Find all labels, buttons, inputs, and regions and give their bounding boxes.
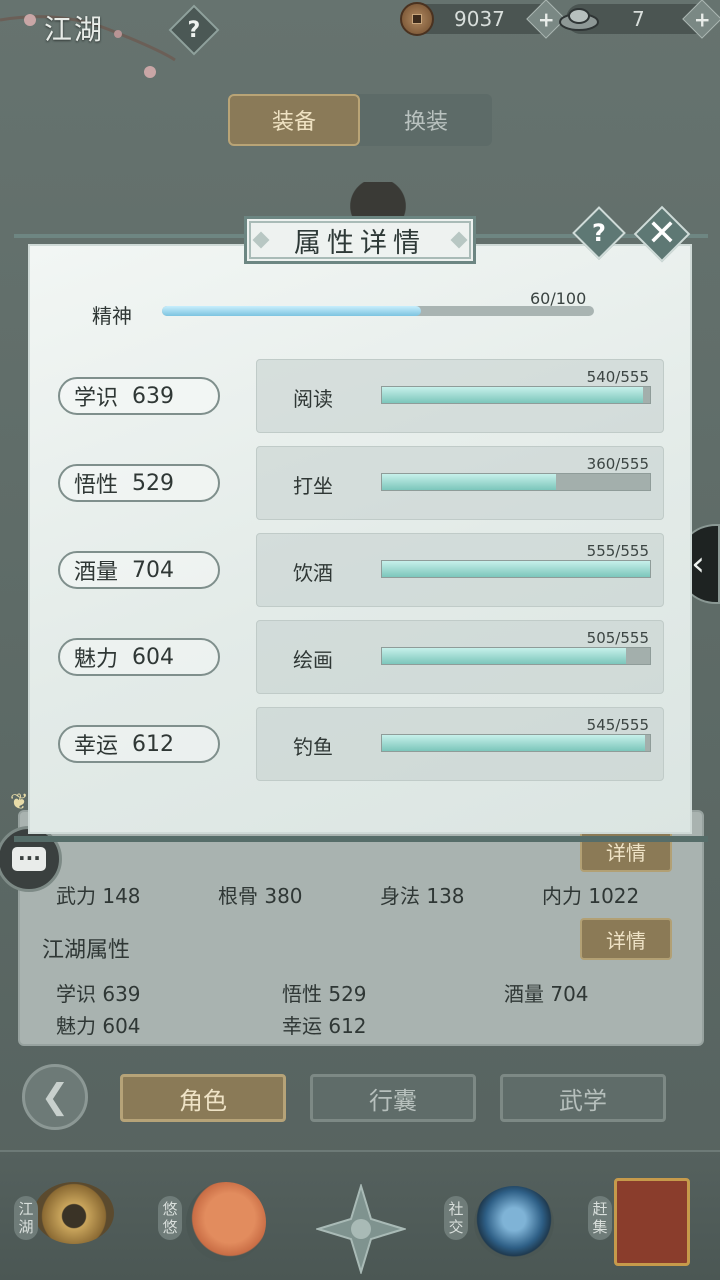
back-arrow-icon: ❮ xyxy=(40,1077,70,1117)
skill-reading[interactable]: 阅读 540/555 xyxy=(256,359,664,433)
skill-progress-bar xyxy=(381,386,651,404)
skill-progress-fill xyxy=(382,648,626,664)
dock-jianghu[interactable]: 江湖 xyxy=(10,1170,120,1270)
spirit-label: 精神 xyxy=(92,304,132,328)
stat-name: 学识 xyxy=(74,386,119,411)
dock-youyou[interactable]: 悠悠 xyxy=(156,1170,266,1270)
skill-progress-fill xyxy=(382,561,650,577)
tab-inventory[interactable]: 行囊 xyxy=(310,1074,476,1122)
skill-progress-bar xyxy=(381,560,651,578)
market-basket-icon xyxy=(614,1178,690,1266)
skill-drinking[interactable]: 饮酒 555/555 xyxy=(256,533,664,607)
skill-progress-fill xyxy=(382,474,556,490)
wave-icon xyxy=(474,1186,554,1260)
jianghu-detail-button[interactable]: 详情 xyxy=(580,918,672,960)
stat-charm: 魅力 604 xyxy=(56,1014,141,1038)
stat-value: 704 xyxy=(132,557,175,583)
stat-drinking: 酒量 704 xyxy=(504,982,589,1006)
copper-value: 9037 xyxy=(454,7,505,31)
skill-progress-bar xyxy=(381,473,651,491)
stat-value: 529 xyxy=(132,470,175,496)
tab-martial-arts[interactable]: 武学 xyxy=(500,1074,666,1122)
skill-name: 绘画 xyxy=(293,648,333,672)
dock-label-social: 社交 xyxy=(444,1196,468,1240)
stat-pill-drinking: 酒量 704 xyxy=(58,551,220,589)
stat-agility: 身法 138 xyxy=(380,884,465,908)
copper-coin-icon xyxy=(400,2,434,36)
skill-value: 555/555 xyxy=(586,542,649,560)
dock-label-market: 赶集 xyxy=(588,1196,612,1240)
spirit-value: 60/100 xyxy=(530,289,587,308)
attribute-panel: 详情 武力 148 根骨 380 身法 138 内力 1022 江湖属性 详情 … xyxy=(18,810,704,1046)
stat-constitution: 根骨 380 xyxy=(218,884,303,908)
silver-currency: 7 + xyxy=(559,0,720,39)
skill-value: 505/555 xyxy=(586,629,649,647)
stat-pill-insight: 悟性 529 xyxy=(58,464,220,502)
stat-insight: 悟性 529 xyxy=(282,982,367,1006)
stat-pill-charm: 魅力 604 xyxy=(58,638,220,676)
close-icon: ✕ xyxy=(646,213,678,254)
copper-currency: 9037 + xyxy=(400,0,566,39)
stat-luck: 幸运 612 xyxy=(282,1014,367,1038)
tab-outfit[interactable]: 换装 xyxy=(360,94,492,146)
spirit-bar-fill xyxy=(162,306,422,316)
page-title: 江湖 xyxy=(44,13,105,46)
question-icon: ? xyxy=(592,218,606,247)
stat-name: 幸运 xyxy=(74,734,119,759)
stat-value: 639 xyxy=(132,383,175,409)
skill-name: 钓鱼 xyxy=(293,735,333,759)
dock-social[interactable]: 社交 xyxy=(442,1170,554,1270)
butterfly-icon: ❦ xyxy=(10,790,29,815)
skill-fishing[interactable]: 钓鱼 545/555 xyxy=(256,707,664,781)
skill-name: 饮酒 xyxy=(293,561,333,585)
skill-progress-bar xyxy=(381,734,651,752)
skill-value: 545/555 xyxy=(586,716,649,734)
stat-inner-power: 内力 1022 xyxy=(542,884,640,908)
skill-name: 打坐 xyxy=(293,474,333,498)
tab-equip[interactable]: 装备 xyxy=(228,94,360,146)
chat-icon xyxy=(12,841,46,871)
dock-label-jianghu: 江湖 xyxy=(14,1196,38,1240)
plus-icon: + xyxy=(693,6,711,31)
stat-name: 悟性 xyxy=(74,473,119,498)
swallow-icon xyxy=(186,1182,266,1262)
modal-title: 属性详情 xyxy=(244,216,476,264)
compass-flower-icon xyxy=(316,1184,406,1274)
skill-name: 阅读 xyxy=(293,387,333,411)
dock-market[interactable]: 赶集 xyxy=(586,1170,696,1270)
dock-center[interactable] xyxy=(306,1170,416,1274)
stat-name: 魅力 xyxy=(74,647,119,672)
stat-pill-knowledge: 学识 639 xyxy=(58,377,220,415)
dock-label-youyou: 悠悠 xyxy=(158,1196,182,1240)
jianghu-section-title: 江湖属性 xyxy=(42,938,131,963)
question-icon: ? xyxy=(187,17,201,43)
plus-icon: + xyxy=(537,6,555,31)
skill-progress-bar xyxy=(381,647,651,665)
straw-hat-icon xyxy=(34,1182,114,1244)
top-bar: 江湖 ? 9037 + 7 + xyxy=(0,0,720,78)
stat-name: 酒量 xyxy=(74,560,119,585)
stat-pill-luck: 幸运 612 xyxy=(58,725,220,763)
tab-character[interactable]: 角色 xyxy=(120,1074,286,1122)
add-silver-button[interactable]: + xyxy=(682,0,720,39)
skill-progress-fill xyxy=(382,387,643,403)
back-button[interactable]: ❮ xyxy=(22,1064,88,1130)
skill-meditation[interactable]: 打坐 360/555 xyxy=(256,446,664,520)
silver-value: 7 xyxy=(632,7,645,31)
skill-progress-fill xyxy=(382,735,646,751)
skill-painting[interactable]: 绘画 505/555 xyxy=(256,620,664,694)
equip-toggle: 装备 换装 xyxy=(228,94,492,146)
skill-value: 540/555 xyxy=(586,368,649,386)
stat-knowledge: 学识 639 xyxy=(56,982,141,1006)
silver-ingot-icon xyxy=(559,8,599,31)
stat-value: 604 xyxy=(132,644,175,670)
stat-value: 612 xyxy=(132,731,175,757)
modal-close-button[interactable]: ✕ xyxy=(640,212,684,256)
stat-strength: 武力 148 xyxy=(56,884,141,908)
skill-value: 360/555 xyxy=(586,455,649,473)
